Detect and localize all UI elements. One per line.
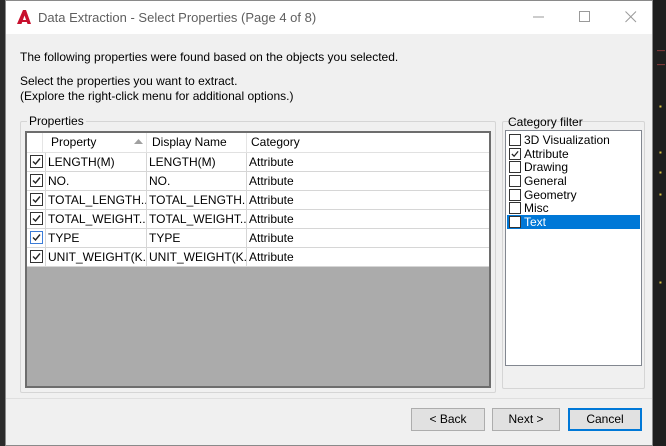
category-item-drawing[interactable]: Drawing [507,160,640,174]
properties-group-label: Properties [27,114,86,128]
category-item-label: General [524,174,567,188]
category-item-label: Text [524,215,547,229]
category-item-3d-visualization[interactable]: 3D Visualization [507,133,640,147]
intro-text: The following properties were found base… [20,50,399,64]
category-cell[interactable]: Attribute [247,191,489,209]
category-item-geometry[interactable]: Geometry [507,188,640,202]
category-cell[interactable]: Attribute [247,248,489,266]
category-checkbox[interactable] [509,161,521,173]
maximize-button[interactable] [564,1,610,34]
checkmark-icon [511,150,519,158]
back-button[interactable]: < Back [411,408,485,431]
category-filter-label: Category filter [508,115,583,129]
table-row[interactable]: TOTAL_LENGTH... TOTAL_LENGTH... Attribut… [27,191,489,210]
window-title: Data Extraction - Select Properties (Pag… [38,10,317,25]
checkmark-icon [32,196,41,204]
display-name-cell[interactable]: TYPE [147,229,247,247]
display-name-cell[interactable]: NO. [147,172,247,190]
close-button[interactable] [610,1,656,34]
property-cell[interactable]: TYPE [46,229,147,247]
category-cell[interactable]: Attribute [247,210,489,228]
close-icon [625,11,637,23]
display-name-cell[interactable]: TOTAL_LENGTH... [147,191,247,209]
category-checkbox[interactable] [509,202,521,214]
category-item-label: Drawing [524,160,569,174]
background-mark: ▪ [659,168,662,177]
checkmark-icon [32,234,41,242]
row-checkbox[interactable] [30,155,43,168]
checkmark-icon [32,253,41,261]
hint-text: (Explore the right-click menu for additi… [20,89,294,103]
category-item-general[interactable]: General [507,174,640,188]
property-cell[interactable]: TOTAL_WEIGHT... [46,210,147,228]
properties-group: Properties Property Display Name Categor… [20,114,496,393]
background-mark: — [657,46,665,55]
category-checkbox[interactable] [509,134,521,146]
column-header-display-name[interactable]: Display Name [147,133,247,152]
checkmark-icon [32,215,41,223]
category-item-label: Misc [524,201,549,215]
category-checkbox[interactable] [509,148,521,160]
table-row[interactable]: TOTAL_WEIGHT... TOTAL_WEIGHT... Attribut… [27,210,489,229]
category-filter-list[interactable]: 3D Visualization Attribute Drawing Gener… [505,130,642,366]
column-header-property-label: Property [51,135,97,149]
maximize-icon [579,11,590,22]
category-item-label: Attribute [524,147,569,161]
autocad-logo-icon [17,10,31,24]
table-row[interactable]: NO. NO. Attribute [27,172,489,191]
table-row[interactable]: TYPE TYPE Attribute [27,229,489,248]
display-name-cell[interactable]: UNIT_WEIGHT(K... [147,248,247,266]
cancel-button[interactable]: Cancel [568,408,642,431]
title-bar[interactable]: Data Extraction - Select Properties (Pag… [6,1,652,34]
table-row[interactable]: LENGTH(M) LENGTH(M) Attribute [27,153,489,172]
row-checkbox[interactable] [30,231,43,244]
category-checkbox[interactable] [509,216,521,228]
background-mark: — [657,60,665,69]
property-cell[interactable]: LENGTH(M) [46,153,147,171]
category-cell[interactable]: Attribute [247,172,489,190]
property-cell[interactable]: NO. [46,172,147,190]
minimize-icon [533,16,544,18]
category-cell[interactable]: Attribute [247,153,489,171]
category-item-label: 3D Visualization [524,133,610,147]
sort-ascending-icon [134,139,143,144]
background-mark: ▪ [659,148,662,157]
table-row[interactable]: UNIT_WEIGHT(K... UNIT_WEIGHT(K... Attrib… [27,248,489,267]
background-window-strip: — — ▪ ▪ ▪ ▪ ▪ [653,0,666,446]
row-checkbox[interactable] [30,212,43,225]
category-checkbox[interactable] [509,189,521,201]
category-item-attribute[interactable]: Attribute [507,147,640,161]
background-mark: ▪ [659,190,662,199]
category-item-misc[interactable]: Misc [507,201,640,215]
row-checkbox[interactable] [30,174,43,187]
property-cell[interactable]: TOTAL_LENGTH... [46,191,147,209]
category-checkbox[interactable] [509,175,521,187]
category-item-label: Geometry [524,188,577,202]
category-item-text[interactable]: Text [507,215,640,229]
header-checkbox-column[interactable] [27,133,43,152]
column-header-category[interactable]: Category [247,133,489,152]
row-checkbox[interactable] [30,250,43,263]
column-header-property[interactable]: Property [43,133,147,152]
properties-grid[interactable]: Property Display Name Category LENGTH(M)… [25,131,491,388]
category-cell[interactable]: Attribute [247,229,489,247]
next-button[interactable]: Next > [492,408,560,431]
minimize-button[interactable] [518,1,564,34]
footer-separator [6,398,652,399]
display-name-cell[interactable]: TOTAL_WEIGHT... [147,210,247,228]
property-cell[interactable]: UNIT_WEIGHT(K... [46,248,147,266]
row-checkbox[interactable] [30,193,43,206]
background-mark: ▪ [659,278,662,287]
background-mark: ▪ [659,102,662,111]
data-extraction-dialog: Data Extraction - Select Properties (Pag… [5,0,653,446]
checkmark-icon [32,177,41,185]
instruction-text: Select the properties you want to extrac… [20,74,238,88]
checkmark-icon [32,158,41,166]
display-name-cell[interactable]: LENGTH(M) [147,153,247,171]
grid-header: Property Display Name Category [27,133,489,153]
